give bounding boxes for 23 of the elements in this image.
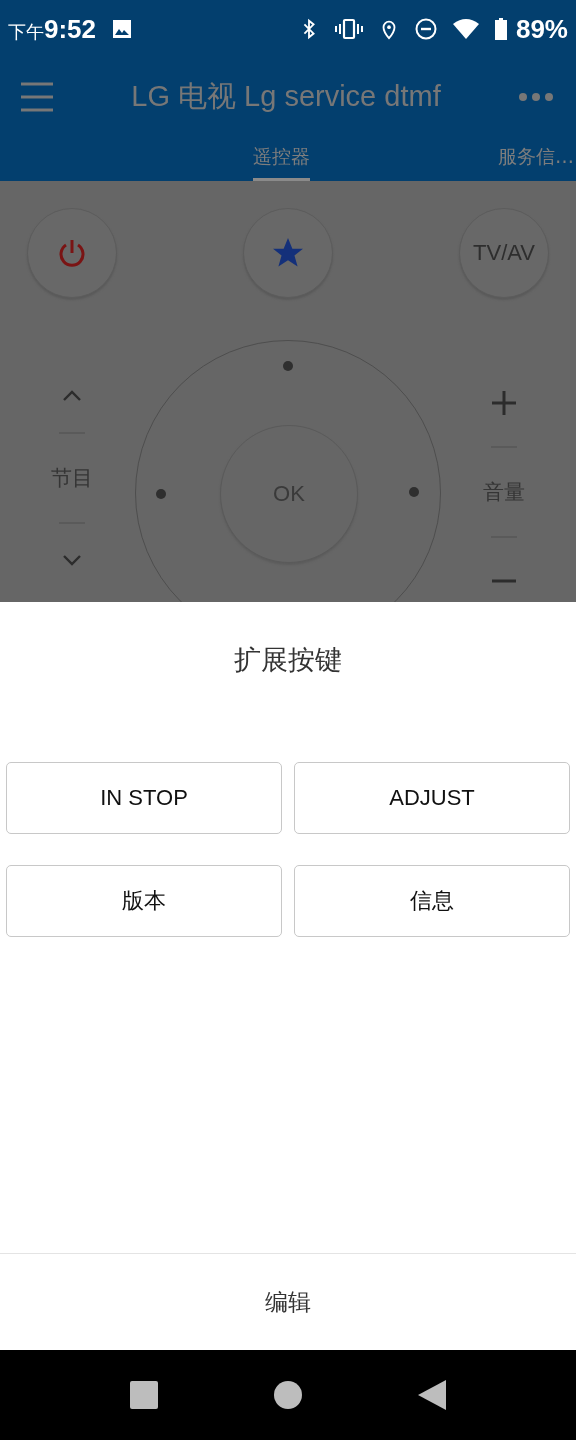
back-icon[interactable] — [418, 1380, 446, 1410]
key-button[interactable]: 信息 — [294, 865, 570, 937]
sheet-title: 扩展按键 — [233, 643, 343, 677]
app-title: LG 电视 Lg service dtmf — [130, 78, 442, 114]
vibrate-icon — [333, 17, 364, 41]
status-time: 下午9:52 — [8, 13, 97, 45]
key-button[interactable]: 版本 — [6, 865, 282, 937]
plus-icon[interactable] — [491, 390, 517, 416]
chevron-down-icon[interactable] — [62, 554, 82, 566]
power-icon — [56, 237, 88, 269]
key-button[interactable]: IN STOP — [6, 762, 282, 834]
key-button[interactable]: ADJUST — [294, 762, 570, 834]
menu-icon[interactable] — [20, 80, 54, 113]
left-dot-icon — [156, 489, 166, 499]
wifi-icon — [451, 17, 480, 41]
more-icon[interactable] — [518, 91, 554, 102]
right-dot-icon — [409, 487, 419, 497]
up-dot-icon — [283, 361, 293, 371]
battery-icon — [493, 17, 508, 41]
do-not-disturb-icon — [413, 17, 438, 41]
battery-level: 89% — [515, 13, 568, 45]
home-icon[interactable] — [274, 1381, 302, 1409]
chevron-up-icon[interactable] — [62, 390, 82, 402]
